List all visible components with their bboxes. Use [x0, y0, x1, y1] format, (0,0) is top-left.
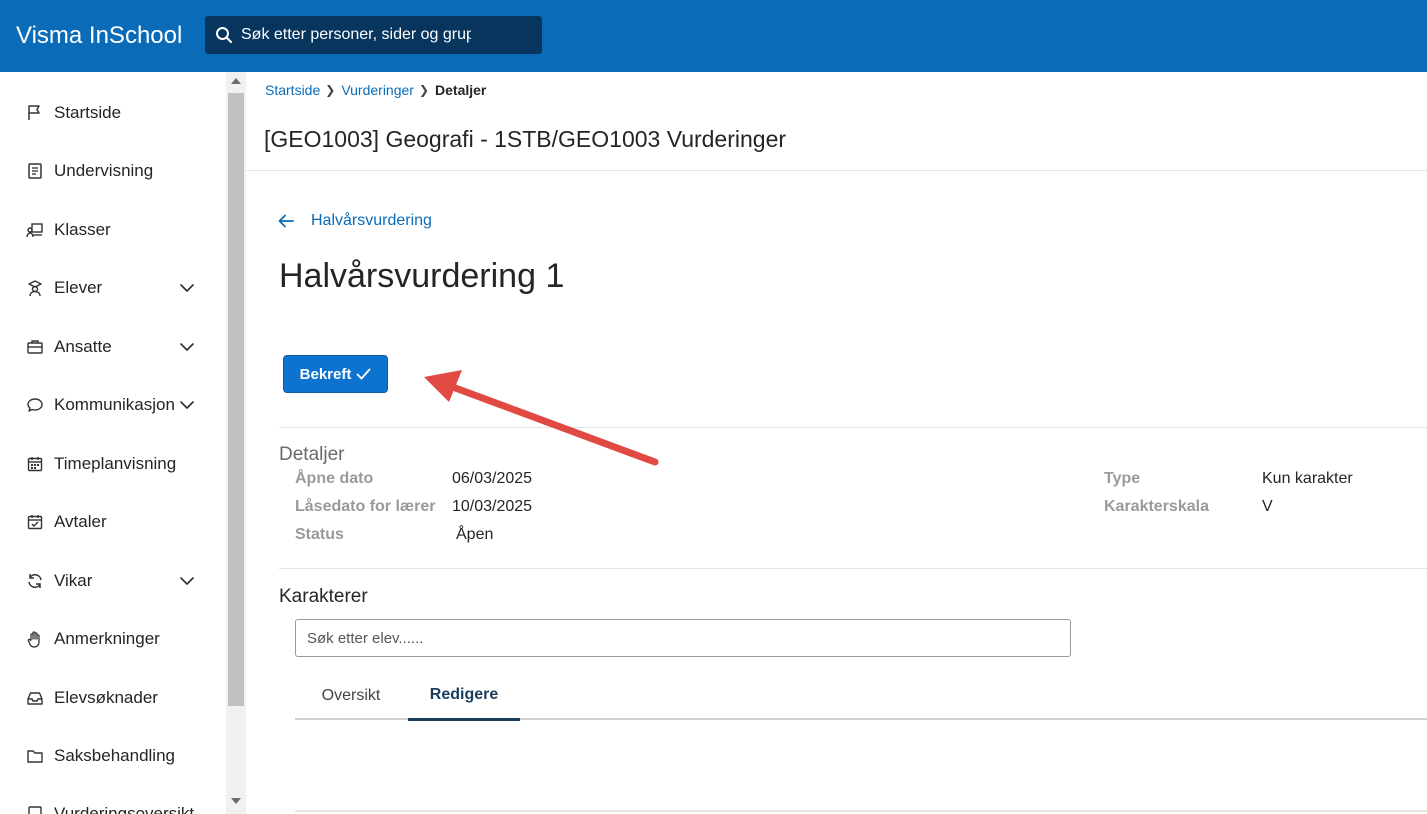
assessment-icon [25, 804, 45, 814]
page-title: [GEO1003] Geografi - 1STB/GEO1003 Vurder… [264, 126, 787, 152]
calendar-icon [25, 454, 45, 474]
book-icon [25, 161, 45, 181]
tab-oversikt[interactable]: Oversikt [295, 672, 407, 720]
inbox-icon [25, 688, 45, 708]
sidebar-item-label: Undervisning [54, 161, 154, 180]
scroll-up-arrow-icon[interactable] [231, 78, 241, 84]
back-link-label[interactable]: Halvårsvurdering [311, 212, 432, 230]
divider [279, 427, 1427, 428]
confirm-button-label: Bekreft [299, 365, 352, 383]
detail-label: Type [1104, 470, 1141, 487]
chevron-down-icon[interactable] [178, 396, 196, 414]
status-value: Åpen [456, 526, 494, 543]
sidebar-item-label: Klasser [54, 220, 111, 239]
sidebar-item-vikar[interactable]: Vikar [0, 561, 226, 601]
chat-icon [25, 395, 45, 415]
sidebar-item-label: Elever [54, 278, 103, 297]
sidebar-item-elever[interactable]: Elever [0, 268, 226, 308]
refresh-icon [25, 571, 45, 591]
sidebar-item-label: Startside [54, 103, 122, 122]
sidebar-item-label: Vurderingsoversikt [54, 804, 195, 814]
classroom-icon [25, 220, 45, 240]
detail-value: 06/03/2025 [452, 470, 533, 487]
chevron-down-icon[interactable] [178, 338, 196, 356]
detail-value: 10/03/2025 [452, 498, 533, 515]
global-search[interactable] [205, 16, 542, 54]
chevron-right-icon: ❯ [418, 83, 430, 97]
sidebar-item-ansatte[interactable]: Ansatte [0, 327, 226, 367]
sidebar-item-label: Avtaler [54, 512, 107, 531]
sidebar-item-vurderingsoversikt[interactable]: Vurderingsoversikt [0, 794, 226, 814]
breadcrumb-current: Detaljer [435, 82, 487, 98]
page-header: Startside ❯ Vurderinger ❯ Detaljer [GEO1… [246, 72, 1427, 171]
grades-tabs: Oversikt Redigere [295, 672, 1427, 721]
sidebar-item-kommunikasjon[interactable]: Kommunikasjon [0, 385, 226, 425]
main-content: Startside ❯ Vurderinger ❯ Detaljer [GEO1… [246, 72, 1427, 814]
sidebar-scrollbar[interactable] [226, 72, 246, 814]
divider [279, 568, 1427, 569]
sidebar-item-avtaler[interactable]: Avtaler [0, 502, 226, 542]
details-title: Detaljer [279, 444, 345, 465]
tab-redigere[interactable]: Redigere [408, 672, 520, 721]
detail-label: Karakterskala [1104, 498, 1209, 515]
sidebar-item-elevsoknader[interactable]: Elevsøknader [0, 678, 226, 718]
flag-icon [25, 103, 45, 123]
sidebar-item-anmerkninger[interactable]: Anmerkninger [0, 619, 226, 659]
top-bar: Visma InSchool [0, 0, 1427, 72]
sidebar-item-saksbehandling[interactable]: Saksbehandling [0, 736, 226, 776]
sidebar-item-label: Kommunikasjon [54, 395, 175, 414]
sidebar-item-label: Anmerkninger [54, 629, 160, 648]
sidebar: Startside Undervisning Klasser Elever An… [0, 72, 226, 814]
divider [295, 810, 1427, 812]
breadcrumb-vurderinger[interactable]: Vurderinger [341, 82, 414, 98]
breadcrumb-startside[interactable]: Startside [265, 82, 320, 98]
grades-title: Karakterer [279, 586, 368, 607]
confirm-button[interactable]: Bekreft [283, 355, 388, 393]
global-search-input[interactable] [241, 26, 471, 44]
detail-label: Åpne dato [295, 470, 374, 487]
chevron-down-icon[interactable] [178, 279, 196, 297]
assessment-heading: Halvårsvurdering 1 [279, 257, 565, 295]
sidebar-item-label: Elevsøknader [54, 688, 158, 707]
student-icon [25, 278, 45, 298]
chevron-right-icon: ❯ [325, 83, 336, 97]
student-search-input[interactable] [295, 619, 1071, 657]
calendar-check-icon [25, 512, 45, 532]
sidebar-item-label: Timeplanvisning [54, 454, 177, 473]
detail-value: V [1262, 498, 1273, 515]
sidebar-item-label: Vikar [54, 571, 93, 590]
sidebar-item-timeplanvisning[interactable]: Timeplanvisning [0, 444, 226, 484]
scrollbar-thumb[interactable] [228, 93, 244, 706]
checkmark-icon [356, 368, 371, 380]
back-link[interactable]: Halvårsvurdering [278, 212, 432, 230]
sidebar-item-startside[interactable]: Startside [0, 93, 226, 133]
hand-icon [25, 629, 45, 649]
folder-icon [25, 746, 45, 766]
scroll-down-arrow-icon[interactable] [231, 798, 241, 804]
chevron-down-icon[interactable] [178, 572, 196, 590]
sidebar-item-undervisning[interactable]: Undervisning [0, 151, 226, 191]
sidebar-item-label: Saksbehandling [54, 746, 175, 765]
briefcase-icon [25, 337, 45, 357]
detail-label: Låsedato for lærer [295, 498, 436, 515]
arrow-left-icon[interactable] [278, 214, 294, 228]
sidebar-item-klasser[interactable]: Klasser [0, 210, 226, 250]
detail-label: Status [295, 526, 344, 543]
breadcrumb: Startside ❯ Vurderinger ❯ Detaljer [265, 82, 486, 98]
detail-value: Kun karakter [1262, 470, 1353, 487]
search-icon [216, 27, 232, 43]
app-title[interactable]: Visma InSchool [16, 22, 205, 50]
sidebar-item-label: Ansatte [54, 337, 112, 356]
